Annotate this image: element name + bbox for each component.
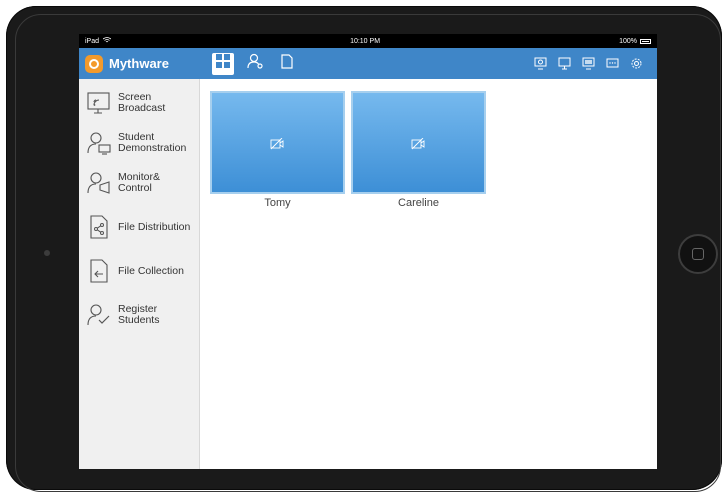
sidebar-item-monitor-control[interactable]: Monitor& Control: [79, 163, 199, 203]
file-distribution-icon: [86, 214, 112, 240]
sidebar-item-label: Student Demonstration: [118, 131, 187, 154]
student-grid: Tomy Careline: [200, 79, 657, 469]
sidebar-item-label: File Collection: [118, 264, 184, 277]
sidebar: Screen Broadcast Student Demonstration M…: [79, 79, 200, 469]
brand: Mythware: [79, 48, 200, 79]
status-time: 10:10 PM: [350, 37, 381, 45]
nav-bar: Mythware: [79, 48, 657, 79]
mythware-logo-icon: [85, 54, 103, 73]
brand-name: Mythware: [109, 56, 169, 71]
no-video-icon: [411, 137, 425, 155]
battery-percent: 100%: [619, 37, 637, 45]
wifi-icon: [102, 37, 112, 45]
user-settings-icon: [247, 53, 263, 74]
sidebar-item-label: Screen Broadcast: [118, 91, 166, 114]
file-collection-icon: [86, 258, 112, 284]
battery-icon: [639, 38, 651, 44]
message-icon[interactable]: [605, 57, 619, 71]
monitor-control-icon: [86, 170, 112, 196]
grid-icon: [216, 54, 230, 73]
tab-files[interactable]: [276, 53, 298, 75]
sidebar-item-register-students[interactable]: Register Students: [79, 295, 199, 335]
student-name: Careline: [398, 197, 439, 209]
app-screen: iPad 10:10 PM 100% Mythware Screen Broad…: [79, 34, 657, 469]
tab-students[interactable]: [244, 53, 266, 75]
sidebar-item-file-distribution[interactable]: File Distribution: [79, 207, 199, 247]
sidebar-item-label: Monitor& Control: [118, 171, 161, 194]
home-button[interactable]: [678, 234, 718, 274]
no-video-icon: [270, 137, 284, 155]
sidebar-item-file-collection[interactable]: File Collection: [79, 251, 199, 291]
device-label: iPad: [85, 37, 100, 45]
student-tile[interactable]: [210, 91, 345, 194]
screen-broadcast-icon: [86, 90, 112, 116]
sidebar-item-label: File Distribution: [118, 220, 191, 233]
screen-lock-icon[interactable]: [533, 57, 547, 71]
camera: [44, 250, 50, 256]
register-students-icon: [86, 302, 112, 328]
student-tile[interactable]: [351, 91, 486, 194]
sidebar-item-screen-broadcast[interactable]: Screen Broadcast: [79, 83, 199, 123]
monitor-icon[interactable]: [557, 57, 571, 71]
tab-grid-view[interactable]: [212, 52, 234, 75]
document-icon: [281, 53, 293, 74]
gear-icon[interactable]: [629, 57, 643, 71]
status-bar: iPad 10:10 PM 100%: [79, 34, 657, 48]
blackscreen-icon[interactable]: [581, 57, 595, 71]
sidebar-item-student-demonstration[interactable]: Student Demonstration: [79, 123, 199, 163]
student-demonstration-icon: [86, 130, 112, 156]
sidebar-item-label: Register Students: [118, 303, 160, 326]
student-name: Tomy: [264, 197, 291, 209]
